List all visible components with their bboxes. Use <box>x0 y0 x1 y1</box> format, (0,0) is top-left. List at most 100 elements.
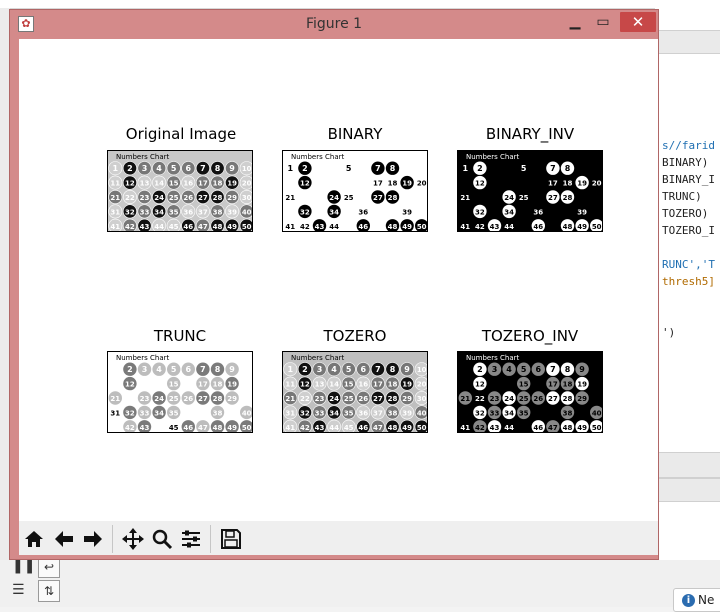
number-label: 23 <box>140 395 150 403</box>
number-label: 24 <box>154 194 164 202</box>
number-label: 28 <box>213 194 223 202</box>
subplot-image[interactable]: Numbers Chart 2 3 4 5 6 7 8 9 12 15 17 18 19 21 22 23 24 2… <box>457 351 603 433</box>
number-label: 5 <box>171 365 177 374</box>
number-label: 22 <box>475 395 485 403</box>
number-label: 27 <box>198 395 208 403</box>
number-label: 26 <box>183 194 193 202</box>
title-bar[interactable]: ✿ Figure 1 ▁ ▭ ✕ <box>10 10 658 39</box>
configure-subplots-button[interactable] <box>178 526 204 552</box>
subplot-image[interactable]: Numbers Chart 1 2 5 7 8 12 17 18 19 20 21 24 25 27 28 32… <box>457 150 603 232</box>
number-label: 50 <box>242 424 252 432</box>
number-label: 12 <box>125 381 135 389</box>
number-label: 36 <box>358 208 368 216</box>
number-label: 43 <box>315 424 325 432</box>
pause-icon[interactable]: ❚❚ <box>12 558 35 574</box>
number-label: 16 <box>358 381 368 389</box>
number-label: 6 <box>186 164 192 173</box>
subplot-title: TOZERO <box>323 327 387 345</box>
number-label: 46 <box>533 424 543 432</box>
number-label: 26 <box>183 395 193 403</box>
number-label: 30 <box>242 194 252 202</box>
back-button[interactable] <box>51 526 77 552</box>
number-label: 46 <box>533 223 543 231</box>
number-label: 11 <box>110 180 120 188</box>
number-label: 7 <box>550 365 556 374</box>
home-icon <box>25 531 43 547</box>
number-label: 50 <box>417 223 427 231</box>
number-label: 43 <box>490 424 500 432</box>
number-label: 2 <box>477 365 483 374</box>
number-label: 3 <box>317 365 323 374</box>
number-label: 17 <box>198 381 208 389</box>
number-label: 48 <box>563 223 573 231</box>
number-label: 42 <box>125 424 135 432</box>
subplot-image[interactable]: Numbers Chart 1 2 3 4 5 6 7 8 9 10 11 12 13 14 15 16 17 18… <box>282 351 428 433</box>
number-label: 21 <box>460 194 470 202</box>
number-label: 19 <box>227 180 237 188</box>
figure-window: ✿ Figure 1 ▁ ▭ ✕ Original Image Numbers … <box>9 9 659 560</box>
number-label: 35 <box>519 409 529 417</box>
number-label: 38 <box>388 409 398 417</box>
subplot-image[interactable]: Numbers Chart 1 2 3 4 5 6 7 8 9 10 11 12 13 14 15 16 17 18… <box>107 150 253 232</box>
number-label: 44 <box>154 223 164 231</box>
number-label: 29 <box>227 194 237 202</box>
number-label: 2 <box>302 164 308 173</box>
number-label: 34 <box>504 409 514 417</box>
notification-toast[interactable]: i Ne <box>673 588 720 612</box>
notification-label: Ne <box>698 593 715 607</box>
number-label: 20 <box>242 180 252 188</box>
subplot-title: TRUNC <box>153 327 207 345</box>
number-label: 45 <box>344 424 354 432</box>
number-label: 19 <box>402 381 412 389</box>
home-button[interactable] <box>21 526 47 552</box>
maximize-button[interactable]: ▭ <box>591 12 615 32</box>
number-label: 5 <box>346 365 352 374</box>
save-button[interactable] <box>218 526 244 552</box>
number-label: 40 <box>417 409 427 417</box>
number-label: 28 <box>388 395 398 403</box>
ide-bottom-area <box>0 560 720 607</box>
zoom-button[interactable] <box>149 526 175 552</box>
number-label: 33 <box>140 208 150 216</box>
pan-button[interactable] <box>120 526 146 552</box>
number-label: 29 <box>227 395 237 403</box>
number-label: 37 <box>198 208 208 216</box>
number-label: 17 <box>198 180 208 188</box>
number-label: 28 <box>388 194 398 202</box>
number-label: 2 <box>302 365 308 374</box>
number-label: 44 <box>504 424 514 432</box>
number-label: 17 <box>548 381 558 389</box>
number-label: 43 <box>315 223 325 231</box>
number-label: 27 <box>548 194 558 202</box>
sliders-icon <box>182 530 200 548</box>
number-label: 41 <box>460 223 470 231</box>
subplot-image[interactable]: Numbers Chart 1 2 5 7 8 12 17 18 19 20 21 24 25 27 28 32… <box>282 150 428 232</box>
forward-button[interactable] <box>80 526 106 552</box>
close-button[interactable]: ✕ <box>620 12 656 32</box>
number-label: 3 <box>142 365 148 374</box>
number-label: 49 <box>227 223 237 231</box>
list-icon[interactable]: ☰ <box>12 582 25 598</box>
number-label: 35 <box>169 208 179 216</box>
ide-editor-band <box>657 30 720 54</box>
subplot-image[interactable]: Numbers Chart 2 3 4 5 6 7 8 9 12 15 17 18 19 21 23 24 25 2… <box>107 351 253 433</box>
number-label: 11 <box>285 381 295 389</box>
number-label: 50 <box>242 223 252 231</box>
number-label: 1 <box>463 164 469 173</box>
number-label: 5 <box>521 365 527 374</box>
number-label: 29 <box>577 395 587 403</box>
ide-panel-band <box>657 452 720 478</box>
number-label: 36 <box>183 208 193 216</box>
number-label: 15 <box>169 381 179 389</box>
number-label: 24 <box>154 395 164 403</box>
number-label: 41 <box>110 223 120 231</box>
code-line: TOZERO) <box>662 207 709 220</box>
code-line: TOZERO_I <box>662 224 715 237</box>
number-label: 14 <box>329 381 339 389</box>
number-label: 38 <box>213 208 223 216</box>
minimize-button[interactable]: ▁ <box>563 12 587 32</box>
number-label: 24 <box>329 395 339 403</box>
figure-canvas[interactable]: Original Image Numbers Chart 1 2 3 4 5 6 7 8 9 10 1… <box>19 39 658 521</box>
number-label: 40 <box>592 409 602 417</box>
sort-icon[interactable]: ⇅ <box>38 580 60 602</box>
